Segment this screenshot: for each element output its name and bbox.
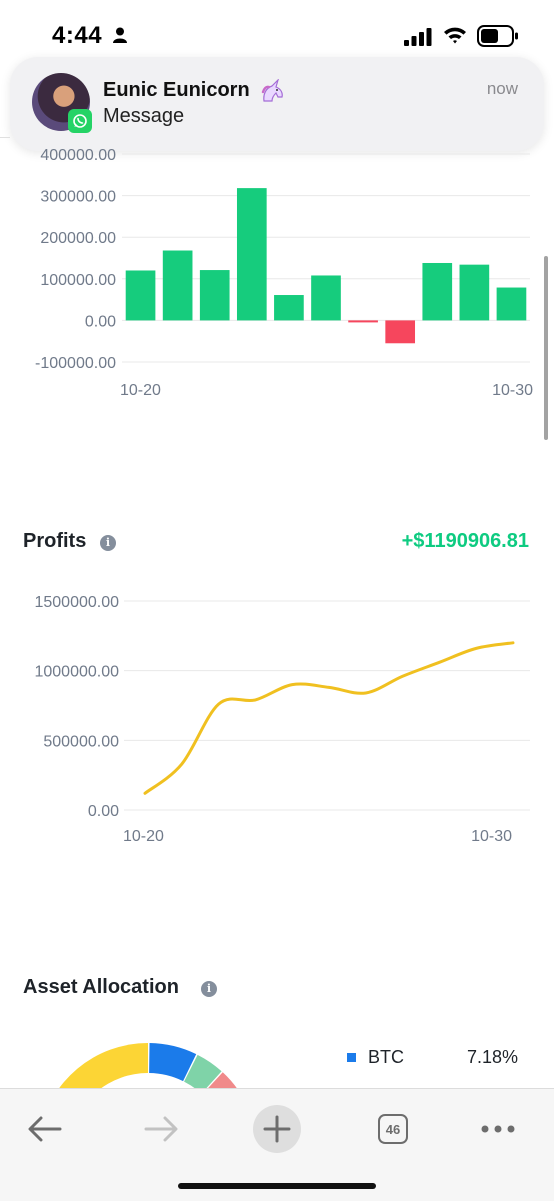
y-tick-label: 500000.00 bbox=[43, 733, 119, 750]
x-tick-label: 10-30 bbox=[492, 382, 533, 399]
tab-count: 46 bbox=[378, 1114, 408, 1144]
bar bbox=[236, 188, 267, 321]
whatsapp-icon bbox=[68, 109, 92, 133]
more-menu-button[interactable] bbox=[470, 1101, 526, 1157]
bar bbox=[311, 275, 341, 321]
bar bbox=[348, 320, 378, 323]
y-tick-label: 200000.00 bbox=[40, 230, 116, 247]
wifi-icon bbox=[444, 27, 466, 44]
notification-time: now bbox=[486, 79, 518, 98]
unicorn-icon bbox=[261, 79, 283, 102]
profits-total: +$1190906.81 bbox=[401, 530, 529, 552]
bar bbox=[274, 295, 304, 321]
bar bbox=[162, 250, 193, 321]
y-tick-label: 0.00 bbox=[88, 803, 119, 820]
home-indicator bbox=[178, 1183, 376, 1189]
asset-allocation-donut-chart bbox=[57, 1043, 239, 1090]
info-icon[interactable]: i bbox=[100, 535, 116, 551]
legend-value-btc: 7.18% bbox=[466, 1047, 518, 1067]
profits-title: Profits bbox=[23, 530, 87, 552]
x-tick-label: 10-20 bbox=[123, 828, 164, 845]
bar bbox=[125, 270, 156, 321]
daily-pnl-bar-chart: 400000.00 300000.00 200000.00 100000.00 0.00… bbox=[35, 147, 533, 399]
new-tab-button[interactable] bbox=[249, 1101, 305, 1157]
legend-label-btc: BTC bbox=[368, 1047, 404, 1067]
y-tick-label: 400000.00 bbox=[40, 147, 116, 164]
donut-segment bbox=[57, 1043, 148, 1090]
notification-title: Eunic Eunicorn bbox=[103, 79, 250, 101]
y-tick-label: -100000.00 bbox=[35, 355, 116, 372]
x-tick-label: 10-30 bbox=[471, 828, 512, 845]
y-tick-label: 1000000.00 bbox=[34, 664, 119, 681]
x-tick-label: 10-20 bbox=[120, 382, 161, 399]
divider bbox=[0, 137, 10, 138]
plus-icon bbox=[253, 1105, 301, 1153]
y-tick-label: 100000.00 bbox=[40, 272, 116, 289]
bar bbox=[459, 264, 490, 321]
legend-swatch-btc bbox=[347, 1053, 356, 1062]
back-button[interactable] bbox=[17, 1101, 73, 1157]
scrollbar[interactable] bbox=[544, 256, 548, 440]
tabs-button[interactable]: 46 bbox=[365, 1101, 421, 1157]
y-tick-label: 300000.00 bbox=[40, 189, 116, 206]
profit-line bbox=[143, 641, 515, 795]
person-icon bbox=[113, 27, 127, 43]
status-time: 4:44 bbox=[52, 22, 103, 49]
more-dots-icon bbox=[481, 1125, 515, 1133]
bar bbox=[199, 270, 230, 321]
asset-allocation-title: Asset Allocation bbox=[23, 976, 179, 998]
info-icon[interactable]: i bbox=[201, 981, 217, 997]
profits-line-chart: 1500000.00 1000000.00 500000.00 0.0010-20 10… bbox=[34, 594, 530, 845]
bar bbox=[496, 287, 527, 321]
forward-button[interactable] bbox=[133, 1101, 189, 1157]
y-tick-label: 0.00 bbox=[85, 313, 116, 330]
y-tick-label: 1500000.00 bbox=[34, 594, 119, 611]
arrow-right-icon bbox=[144, 1116, 178, 1142]
notification-banner[interactable]: Eunic Eunicorn Message now bbox=[10, 57, 544, 151]
cellular-signal-icon bbox=[404, 28, 432, 46]
bar bbox=[385, 320, 416, 344]
battery-icon bbox=[477, 25, 518, 47]
bar bbox=[422, 262, 453, 321]
notification-body: Message bbox=[103, 105, 185, 127]
arrow-left-icon bbox=[28, 1116, 62, 1142]
